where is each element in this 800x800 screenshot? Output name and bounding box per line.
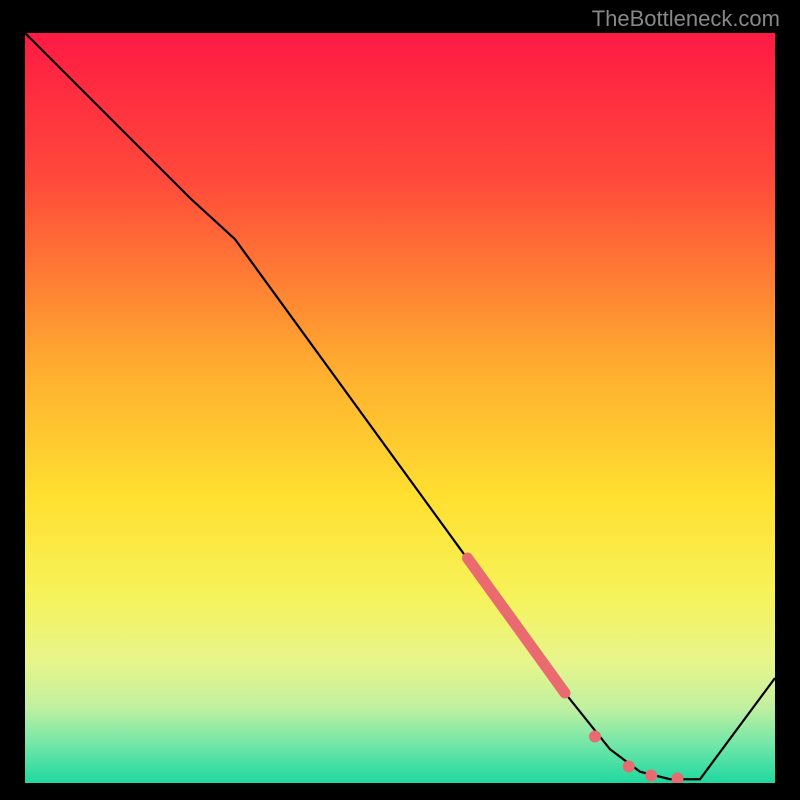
dot-3 [645, 770, 657, 782]
dot-1 [589, 731, 601, 743]
chart-svg [25, 33, 775, 783]
watermark-text: TheBottleneck.com [592, 6, 780, 32]
chart-container: TheBottleneck.com [0, 0, 800, 800]
plot-area [25, 33, 775, 783]
dot-2 [623, 761, 635, 773]
